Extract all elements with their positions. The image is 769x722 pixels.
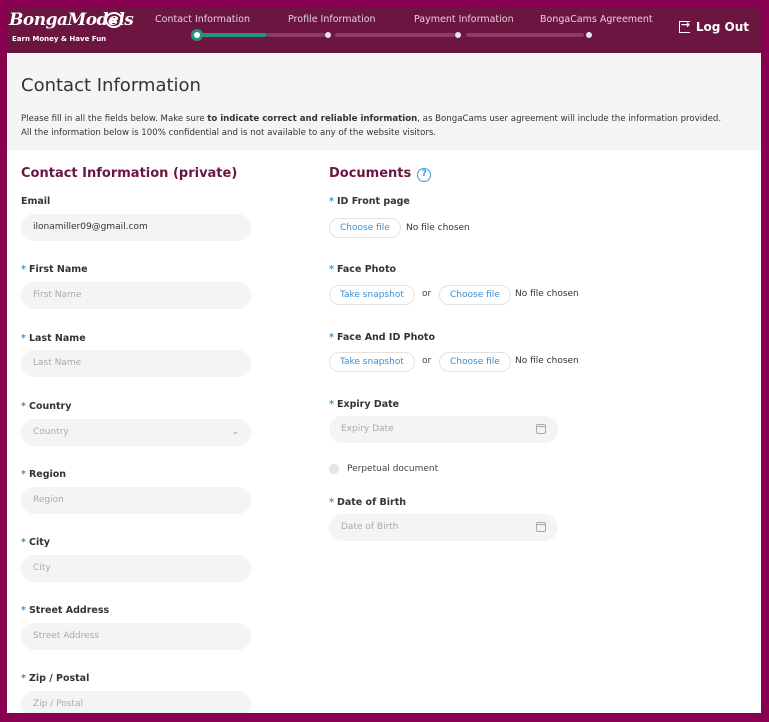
label-text: Last Name	[28, 333, 86, 344]
progress-track-done	[197, 33, 267, 37]
face-photo-label: * Face Photo	[329, 264, 396, 275]
step-bongacams-agreement: BongaCams Agreement	[540, 14, 653, 25]
top-header: BongaModels Earn Money & Have Fun Contac…	[7, 7, 761, 53]
step-dot	[455, 32, 461, 38]
label-text: City	[28, 537, 50, 548]
required-mark: *	[329, 399, 334, 410]
id-front-label: * ID Front page	[329, 196, 410, 207]
date-of-birth-placeholder: Date of Birth	[341, 522, 399, 532]
date-of-birth-input[interactable]: Date of Birth	[329, 514, 558, 541]
intro-text: , as BongaCams user agreement will inclu…	[417, 114, 722, 124]
logo[interactable]: BongaModels Earn Money & Have Fun	[7, 10, 134, 50]
perpetual-document-label: Perpetual document	[347, 464, 439, 474]
city-label: * City	[21, 537, 50, 548]
zip-label: * Zip / Postal	[21, 673, 89, 684]
label-text: ID Front page	[336, 196, 410, 207]
label-text: Date of Birth	[336, 497, 407, 508]
last-name-label: * Last Name	[21, 333, 86, 344]
label-text: Face Photo	[336, 264, 397, 275]
calendar-icon[interactable]	[536, 522, 546, 532]
id-front-file-status: No file chosen	[406, 223, 470, 233]
logout-icon	[678, 18, 690, 33]
required-mark: *	[329, 332, 334, 343]
progress-track-1	[267, 33, 325, 37]
street-address-input[interactable]: Street Address	[21, 623, 251, 650]
logout-label: Log Out	[695, 20, 749, 34]
required-mark: *	[21, 673, 26, 684]
face-id-file-status: No file chosen	[515, 356, 579, 366]
region-label: * Region	[21, 469, 66, 480]
progress-steps: Contact Information Profile Information …	[147, 7, 653, 53]
label-text: Face And ID Photo	[336, 332, 435, 343]
region-input[interactable]: Region	[21, 487, 251, 514]
face-id-photo-label: * Face And ID Photo	[329, 332, 435, 343]
intro-line-1: Please fill in all the fields below. Mak…	[21, 114, 721, 124]
face-photo-snapshot-button[interactable]: Take snapshot	[329, 285, 415, 305]
logout-button[interactable]: Log Out	[678, 18, 749, 34]
label-text: First Name	[28, 264, 88, 275]
required-mark: *	[21, 469, 26, 480]
step-payment-information: Payment Information	[414, 14, 514, 25]
logo-bubble-icon	[105, 12, 123, 28]
expiry-date-input[interactable]: Expiry Date	[329, 416, 558, 443]
required-mark: *	[329, 497, 334, 508]
required-mark: *	[21, 605, 26, 616]
documents-section-title: Documents?	[329, 166, 432, 182]
country-placeholder: Country	[33, 427, 69, 437]
city-input[interactable]: City	[21, 555, 251, 582]
label-text: Expiry Date	[336, 399, 400, 410]
required-mark: *	[21, 537, 26, 548]
intro-bold-text: to indicate correct and reliable informa…	[207, 114, 418, 124]
first-name-input[interactable]: First Name	[21, 282, 251, 309]
zip-input[interactable]: Zip / Postal	[21, 691, 251, 713]
email-label: Email	[21, 196, 51, 207]
required-mark: *	[21, 264, 26, 275]
last-name-input[interactable]: Last Name	[21, 350, 251, 377]
label-text: Zip / Postal	[28, 673, 90, 684]
required-mark: *	[329, 264, 334, 275]
face-id-snapshot-button[interactable]: Take snapshot	[329, 352, 415, 372]
required-mark: *	[329, 196, 334, 207]
step-profile-information: Profile Information	[288, 14, 376, 25]
label-text: Street Address	[28, 605, 110, 616]
page-title: Contact Information	[21, 75, 201, 96]
intro-section: Contact Information Please fill in all t…	[7, 53, 761, 150]
required-mark: *	[21, 401, 26, 412]
perpetual-document-checkbox[interactable]	[329, 464, 339, 474]
intro-line-2: All the information below is 100% confid…	[21, 128, 437, 138]
step-contact-information: Contact Information	[155, 14, 250, 25]
or-text: or	[422, 289, 432, 299]
label-text: Country	[28, 401, 72, 412]
progress-track-2	[335, 33, 455, 37]
step-dot	[325, 32, 331, 38]
first-name-label: * First Name	[21, 264, 88, 275]
face-id-choose-file-button[interactable]: Choose file	[439, 352, 511, 372]
email-field[interactable]: ilonamiller09@gmail.com	[21, 214, 251, 241]
calendar-icon[interactable]	[536, 424, 546, 434]
help-icon[interactable]: ?	[417, 168, 432, 182]
documents-title-text: Documents	[329, 166, 412, 181]
id-front-choose-file-button[interactable]: Choose file	[329, 218, 401, 238]
expiry-date-placeholder: Expiry Date	[341, 424, 394, 434]
label-text: Region	[28, 469, 67, 480]
face-photo-choose-file-button[interactable]: Choose file	[439, 285, 511, 305]
step-dot	[586, 32, 592, 38]
country-select[interactable]: Country ⌄	[21, 419, 251, 446]
face-photo-file-status: No file chosen	[515, 289, 579, 299]
or-text: or	[422, 356, 432, 366]
street-address-label: * Street Address	[21, 605, 109, 616]
intro-text: Please fill in all the fields below. Mak…	[21, 114, 208, 124]
country-label: * Country	[21, 401, 71, 412]
progress-track-3	[466, 33, 584, 37]
contact-section-title: Contact Information (private)	[21, 166, 238, 181]
date-of-birth-label: * Date of Birth	[329, 497, 406, 508]
page-frame: BongaModels Earn Money & Have Fun Contac…	[7, 7, 761, 713]
step-dot-active	[191, 29, 203, 41]
logo-tagline: Earn Money & Have Fun	[12, 35, 107, 43]
chevron-down-icon: ⌄	[231, 427, 239, 437]
required-mark: *	[21, 333, 26, 344]
expiry-date-label: * Expiry Date	[329, 399, 399, 410]
